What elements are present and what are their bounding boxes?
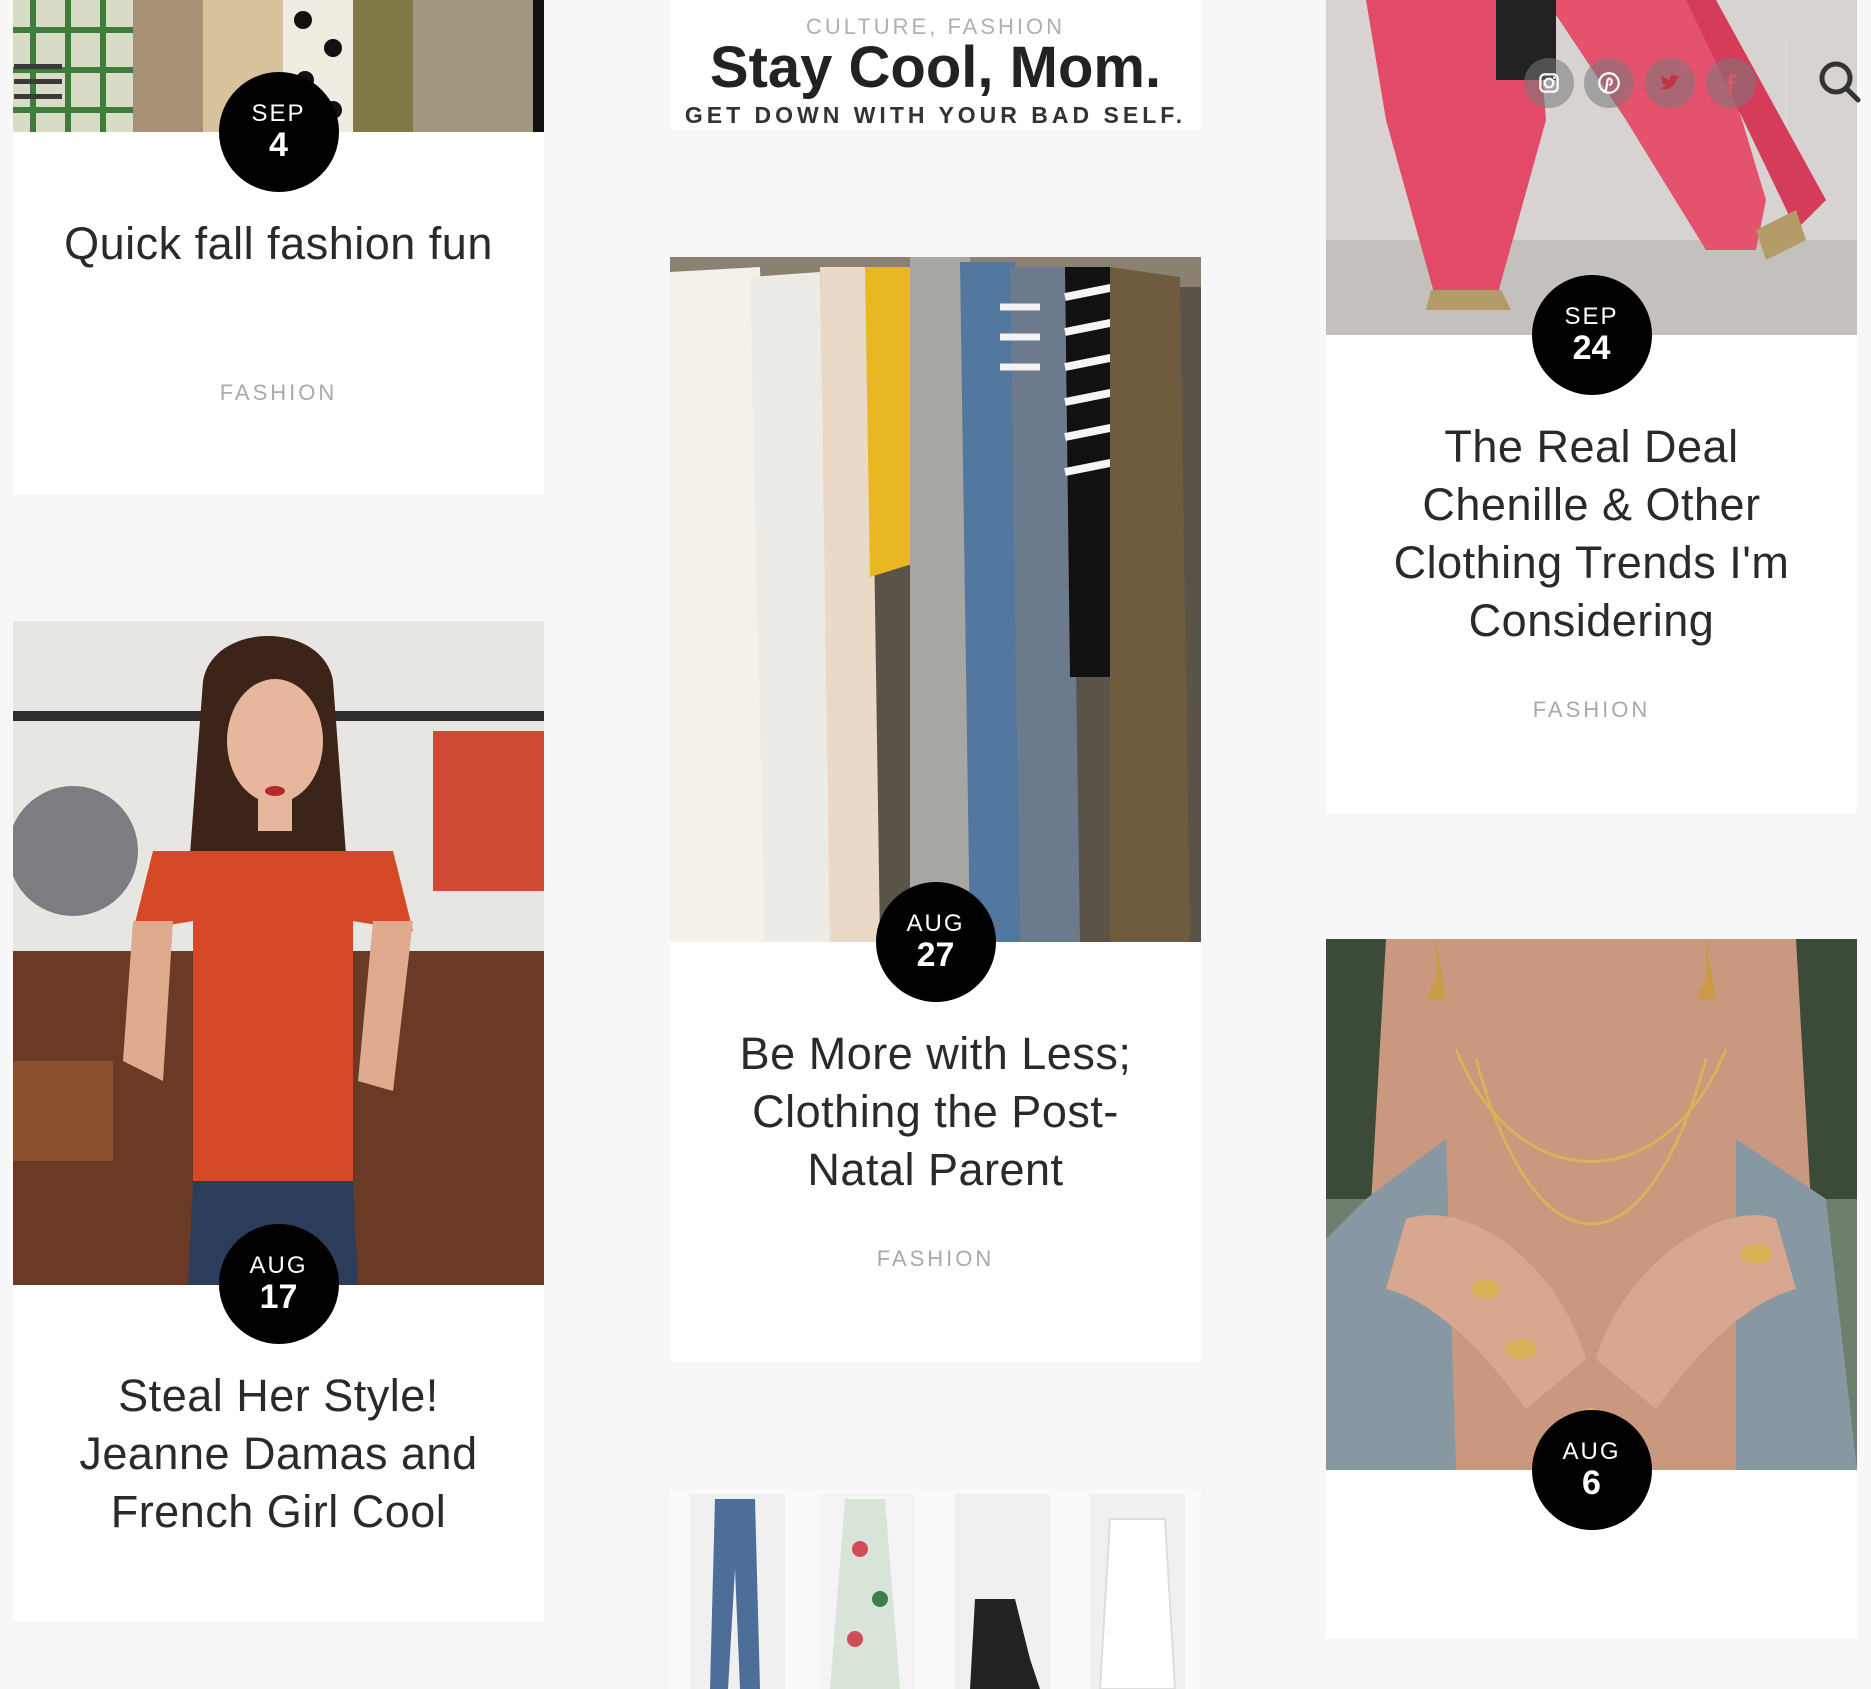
post-card[interactable]: SEP 4 Quick fall fashion fun FASHION (13, 0, 544, 495)
date-month: SEP (1564, 303, 1619, 330)
site-tagline: GET DOWN WITH YOUR BAD SELF. (684, 102, 1187, 128)
pinterest-icon[interactable] (1584, 58, 1634, 108)
search-icon[interactable] (1816, 58, 1864, 111)
post-title[interactable]: Steal Her Style! Jeanne Damas and French… (53, 1367, 504, 1541)
hamburger-menu-icon[interactable] (14, 64, 62, 109)
post-category[interactable]: FASHION (1326, 697, 1857, 723)
date-month: AUG (249, 1252, 308, 1279)
facebook-icon[interactable] (1706, 58, 1756, 108)
post-card[interactable]: AUG 17 Steal Her Style! Jeanne Damas and… (13, 621, 544, 1621)
post-image-jewels[interactable] (1326, 939, 1857, 1470)
date-badge: SEP 24 (1531, 275, 1652, 395)
post-category[interactable]: FASHION (670, 1246, 1201, 1272)
header-divider (1785, 40, 1787, 126)
date-badge: AUG 17 (218, 1224, 339, 1344)
post-image-products[interactable] (670, 1489, 1201, 1689)
date-badge: AUG 27 (875, 882, 996, 1002)
date-day: 17 (259, 1278, 298, 1316)
date-badge: SEP 4 (218, 72, 339, 192)
instagram-icon[interactable] (1524, 58, 1574, 108)
site-title[interactable]: Stay Cool, Mom. (670, 38, 1201, 98)
post-card[interactable]: SEP 24 The Real Deal Chenille & Other Cl… (1326, 0, 1857, 813)
post-title[interactable]: The Real Deal Chenille & Other Clothing … (1366, 418, 1817, 650)
twitter-icon[interactable] (1645, 58, 1695, 108)
date-badge: AUG 6 (1531, 1410, 1652, 1530)
post-title[interactable]: Quick fall fashion fun (53, 215, 504, 273)
post-title[interactable]: Be More with Less; Clothing the Post-Nat… (710, 1025, 1161, 1199)
date-month: SEP (251, 100, 306, 127)
post-image-closet[interactable] (670, 257, 1201, 942)
post-card[interactable]: AUG 27 Be More with Less; Clothing the P… (670, 257, 1201, 1362)
date-day: 4 (269, 126, 288, 164)
post-card[interactable]: AUG 6 (1326, 939, 1857, 1639)
date-day: 24 (1572, 329, 1611, 367)
post-category[interactable]: FASHION (13, 380, 544, 406)
post-image-jeanne-damas[interactable] (13, 621, 544, 1285)
date-day: 6 (1582, 1464, 1601, 1502)
post-card[interactable] (670, 1489, 1201, 1689)
date-month: AUG (1562, 1438, 1621, 1465)
site-header: CULTURE, FASHION Stay Cool, Mom. GET DOW… (670, 0, 1201, 130)
date-month: AUG (906, 910, 965, 937)
date-day: 27 (916, 936, 955, 974)
